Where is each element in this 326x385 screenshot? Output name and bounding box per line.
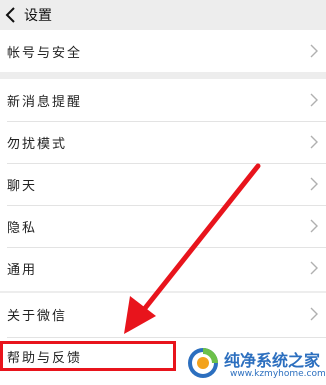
chevron-right-icon xyxy=(310,307,318,321)
settings-item-do-not-disturb[interactable]: 勿扰模式 xyxy=(0,121,326,163)
chevron-right-icon xyxy=(310,261,318,275)
settings-item-privacy[interactable]: 隐私 xyxy=(0,205,326,247)
settings-item-label: 隐私 xyxy=(7,221,38,236)
settings-item-label: 关于微信 xyxy=(7,309,68,324)
settings-item-label: 新消息提醒 xyxy=(7,95,83,110)
watermark-title: 纯净系统之家 xyxy=(224,351,321,370)
settings-item-about-wechat[interactable]: 关于微信 xyxy=(0,293,326,335)
chevron-right-icon xyxy=(310,219,318,233)
settings-item-label: 聊天 xyxy=(7,179,38,194)
settings-item-chat[interactable]: 聊天 xyxy=(0,163,326,205)
settings-item-account-security[interactable]: 帐号与安全 xyxy=(0,30,326,72)
chevron-right-icon xyxy=(310,93,318,107)
settings-item-label: 通用 xyxy=(7,263,38,278)
settings-group-general: 新消息提醒 勿扰模式 聊天 隐私 通用 xyxy=(0,79,326,291)
chevron-right-icon xyxy=(310,44,318,58)
watermark-url: www.kzmyhome.com xyxy=(230,369,326,379)
chevron-right-icon xyxy=(310,135,318,149)
chevron-right-icon xyxy=(310,177,318,191)
watermark-logo-icon xyxy=(188,348,218,378)
watermark: 纯净系统之家 www.kzmyhome.com xyxy=(186,342,326,385)
settings-group-account: 帐号与安全 xyxy=(0,30,326,72)
nav-bar: 设置 xyxy=(0,0,326,30)
page-title: 设置 xyxy=(24,8,52,24)
settings-item-label: 帐号与安全 xyxy=(7,46,83,61)
settings-item-label: 勿扰模式 xyxy=(7,137,68,152)
settings-item-new-message-notify[interactable]: 新消息提醒 xyxy=(0,79,326,121)
settings-item-general[interactable]: 通用 xyxy=(0,247,326,289)
highlight-box xyxy=(0,341,176,371)
back-arrow-icon[interactable] xyxy=(4,6,18,24)
